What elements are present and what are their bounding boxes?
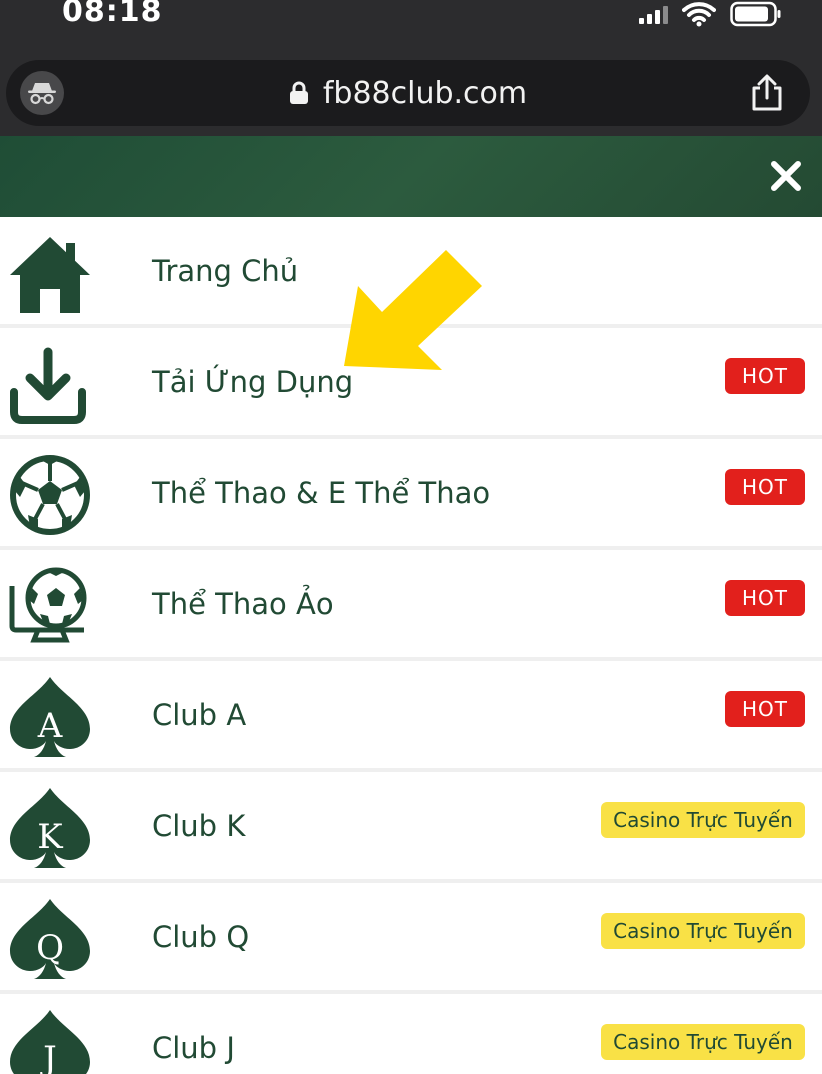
virtual-soccer-icon	[9, 567, 87, 643]
wifi-icon	[682, 2, 716, 27]
menu-item-trang-chu[interactable]: Trang Chủ	[0, 217, 822, 328]
spade-a-icon: A	[10, 677, 90, 757]
hot-badge: HOT	[725, 691, 805, 727]
spade-k-icon: K	[10, 788, 90, 868]
soccer-ball-icon	[10, 455, 90, 535]
share-button[interactable]	[750, 74, 784, 117]
menu-item-label: Thể Thao Ảo	[152, 586, 334, 621]
download-icon	[10, 347, 86, 424]
casino-badge: Casino Trực Tuyến	[601, 1024, 805, 1060]
casino-badge: Casino Trực Tuyến	[601, 913, 805, 949]
cellular-signal-icon	[639, 4, 668, 24]
hot-badge: HOT	[725, 358, 805, 394]
menu-item-label: Club J	[152, 1030, 235, 1065]
home-icon	[10, 237, 90, 313]
menu-item-label: Club A	[152, 697, 247, 732]
menu-item-club-k[interactable]: K Club K Casino Trực Tuyến	[0, 772, 822, 883]
hot-badge: HOT	[725, 469, 805, 505]
svg-text:J: J	[40, 1039, 57, 1074]
menu-item-club-a[interactable]: A Club A HOT	[0, 661, 822, 772]
hot-badge: HOT	[725, 580, 805, 616]
menu-header	[0, 136, 822, 217]
menu-item-label: Club K	[152, 808, 246, 843]
menu-item-the-thao-ao[interactable]: Thể Thao Ảo HOT	[0, 550, 822, 661]
share-icon	[752, 74, 782, 111]
menu-item-club-q[interactable]: Q Club Q Casino Trực Tuyến	[0, 883, 822, 994]
menu-item-label: Thể Thao & E Thể Thao	[152, 475, 491, 510]
menu-item-club-j[interactable]: J Club J Casino Trực Tuyến	[0, 994, 822, 1074]
spade-j-icon: J	[10, 1010, 90, 1074]
battery-icon	[730, 1, 781, 27]
svg-text:A: A	[37, 706, 63, 746]
menu-item-label: Tải Ứng Dụng	[152, 364, 354, 399]
spade-q-icon: Q	[10, 899, 90, 979]
status-bar: 08:18	[0, 0, 822, 48]
status-time: 08:18	[62, 0, 163, 29]
casino-badge: Casino Trực Tuyến	[601, 802, 805, 838]
menu-item-tai-ung-dung[interactable]: Tải Ứng Dụng HOT	[0, 328, 822, 439]
close-menu-button[interactable]	[768, 158, 804, 194]
lock-icon	[289, 81, 308, 104]
url-text: fb88club.com	[322, 75, 528, 111]
svg-text:Q: Q	[36, 928, 64, 968]
address-bar[interactable]: fb88club.com	[6, 60, 810, 126]
url-display[interactable]: fb88club.com	[6, 60, 810, 126]
close-icon	[771, 161, 801, 191]
browser-toolbar: fb88club.com	[0, 48, 822, 136]
menu-item-label: Club Q	[152, 919, 250, 954]
status-icons	[639, 0, 782, 28]
menu-item-the-thao[interactable]: Thể Thao & E Thể Thao HOT	[0, 439, 822, 550]
side-menu: Trang Chủ Tải Ứng Dụng HOT Thể Thao & E …	[0, 217, 822, 1074]
svg-text:K: K	[37, 817, 63, 857]
menu-item-label: Trang Chủ	[152, 253, 299, 288]
